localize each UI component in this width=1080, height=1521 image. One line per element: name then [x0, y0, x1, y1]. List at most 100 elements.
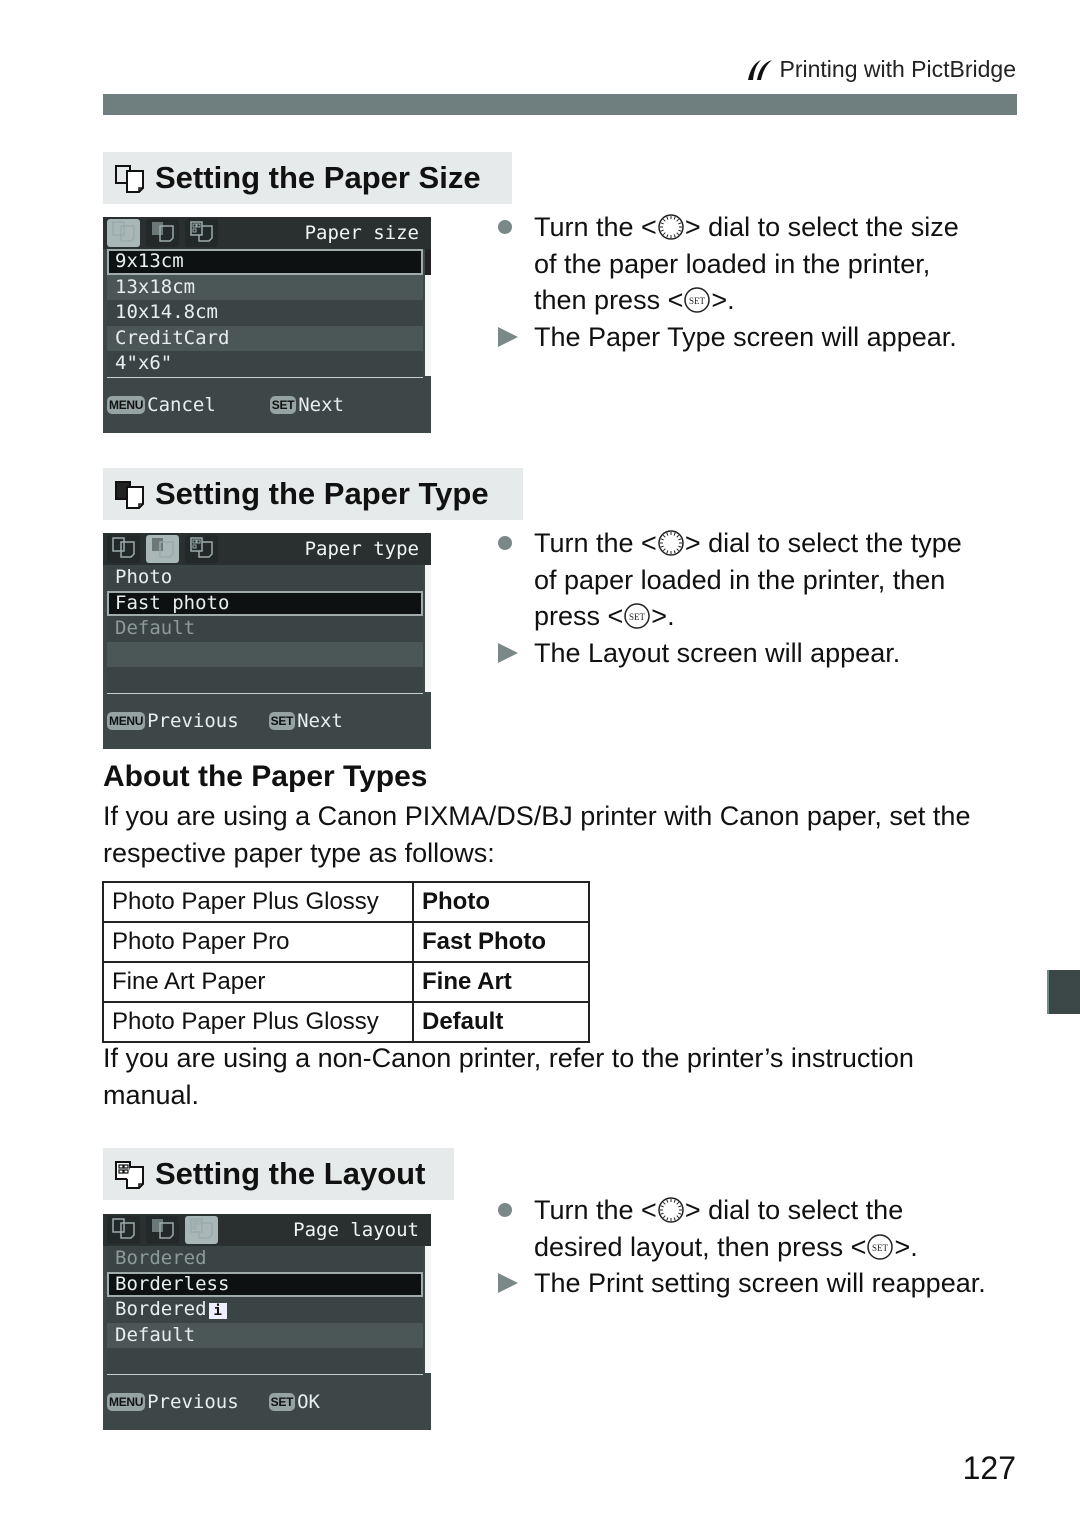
lcd-option[interactable]: Fast photo — [107, 590, 423, 616]
lcd-option[interactable]: CreditCard — [107, 325, 423, 351]
result-arrow-icon — [498, 319, 534, 355]
lcd-option[interactable]: Default — [107, 616, 423, 642]
lcd-option[interactable]: 13x18cm — [107, 274, 423, 300]
set-key-icon: SET — [268, 1392, 296, 1411]
instruction-line: The Layout screen will appear. — [498, 635, 1038, 672]
lcd-option[interactable]: Bordered i — [107, 1297, 423, 1323]
instruction-text: Turn the < > dial to select the size — [534, 212, 959, 242]
instruction-text: of the paper loaded in the printer, — [534, 248, 931, 279]
instruction-line: then press < SET >. — [498, 282, 1038, 319]
lcd-layout: Page layout Bordered Borderless Bordered i De… — [103, 1214, 431, 1430]
instruction-text: The Layout screen will appear. — [534, 637, 901, 668]
instruction-line: Turn the < > dial to select the size — [498, 209, 1038, 246]
instruction-text: The Print setting screen will reappear. — [534, 1268, 986, 1298]
paper-type-table: Photo Paper Plus Glossy Photo Photo Paper … — [102, 881, 590, 1043]
lcd-scrollbar[interactable] — [425, 565, 431, 692]
lcd-option[interactable]: Borderless — [107, 1271, 423, 1297]
paper-size-icon — [115, 165, 144, 193]
chapter-thumb-tab — [1047, 970, 1080, 1014]
section-heading-paper-type: Setting the Paper Type — [103, 468, 523, 520]
lcd-footer-left-label: Previous — [147, 1390, 239, 1413]
lcd-option[interactable] — [107, 667, 423, 693]
lcd-option-label: 13x18cm — [115, 275, 196, 298]
lcd-footer-right-label: Next — [297, 709, 343, 732]
main-dial-icon — [658, 530, 684, 556]
menu-key-icon: MENU — [107, 395, 146, 414]
lcd-option-label: Default — [115, 617, 196, 639]
lcd-option-label: Borderless — [115, 1272, 230, 1295]
lcd-tab[interactable] — [185, 1216, 218, 1244]
canon-paper-cell: Photo Paper Pro — [102, 921, 414, 963]
running-head: Printing with PictBridge — [746, 56, 1016, 83]
lcd-tab[interactable] — [107, 219, 140, 247]
lcd-tab[interactable] — [107, 535, 140, 563]
paper-type-cell: Default — [412, 1001, 590, 1043]
result-arrow-icon — [498, 1265, 534, 1301]
about-outro: If you are using a non-Canon printer, re… — [103, 1043, 914, 1110]
lcd-option-label: Fast photo — [115, 591, 230, 614]
table-row: Photo Paper Plus Glossy Photo — [102, 881, 590, 923]
instruction-line: Turn the < > dial to select the type — [498, 525, 1038, 562]
lcd-tab[interactable] — [185, 535, 218, 563]
instruction-line: press < SET >. — [498, 598, 1038, 635]
lcd-tab-bar: Page layout — [103, 1214, 431, 1246]
lcd-footer-right-label: Next — [298, 393, 344, 416]
lcd-scrollbar[interactable] — [425, 1246, 431, 1373]
instruction-line: The Paper Type screen will appear. — [498, 319, 1038, 356]
lcd-tab[interactable] — [146, 1216, 179, 1244]
lcd-option[interactable] — [107, 1348, 423, 1374]
table-row: Fine Art Paper Fine Art — [102, 961, 590, 1003]
info-icon: i — [208, 1303, 227, 1319]
main-dial-icon — [658, 214, 684, 240]
instruction-text: then press < SET >. — [534, 285, 735, 315]
paper-type-cell: Photo — [412, 881, 590, 923]
lcd-tab[interactable] — [107, 1216, 140, 1244]
lcd-option[interactable]: 4"x6" — [107, 351, 423, 377]
instructions-layout: Turn the < > dial to select the desired la… — [498, 1192, 1058, 1302]
lcd-tab[interactable] — [146, 535, 179, 563]
lcd-tab[interactable] — [146, 219, 179, 247]
lcd-option-list: 9x13cm 13x18cm 10x14.8cm CreditCard 4"x6" — [107, 249, 431, 378]
paper-type-tab-icon — [150, 220, 176, 246]
menu-key-icon: MENU — [107, 711, 146, 730]
instructions-paper-size: Turn the < > dial to select the size of th… — [498, 209, 1038, 355]
svg-text:SET: SET — [689, 296, 706, 306]
lcd-option-label: Default — [115, 1323, 196, 1346]
lcd-screen-title: Paper type — [304, 538, 419, 560]
canon-paper-cell: Photo Paper Plus Glossy — [102, 1001, 414, 1043]
lcd-option[interactable]: Default — [107, 1322, 423, 1348]
paper-type-icon — [115, 481, 144, 509]
set-button-icon: SET — [684, 287, 711, 313]
bullet-icon — [498, 525, 534, 561]
layout-tab-icon — [189, 536, 215, 562]
scrollbar-thumb[interactable] — [425, 249, 431, 275]
layout-tab-icon — [189, 1217, 215, 1243]
instruction-text: The Paper Type screen will appear. — [534, 321, 957, 352]
section-heading-paper-size: Setting the Paper Size — [103, 152, 512, 204]
lcd-screen-title: Paper size — [304, 222, 419, 244]
lcd-screen-title: Page layout — [293, 1219, 419, 1241]
instruction-line: Turn the < > dial to select the — [498, 1192, 1058, 1229]
lcd-tab-bar: Paper type — [103, 533, 431, 565]
lcd-option[interactable]: 10x14.8cm — [107, 300, 423, 326]
main-dial-icon — [658, 1197, 684, 1223]
instruction-text: Turn the < > dial to select the type — [534, 528, 962, 558]
instructions-paper-type: Turn the < > dial to select the type of pa… — [498, 525, 1038, 671]
lcd-option[interactable]: Bordered — [107, 1246, 423, 1272]
lcd-option[interactable]: Photo — [107, 565, 423, 591]
about-heading: About the Paper Types — [103, 760, 428, 793]
bullet-icon — [498, 1192, 534, 1228]
lcd-option[interactable]: 9x13cm — [107, 249, 423, 275]
pictbridge-icon — [747, 59, 772, 80]
svg-text:SET: SET — [629, 612, 646, 622]
table-row: Photo Paper Plus Glossy Default — [102, 1001, 590, 1043]
lcd-option-list: Bordered Borderless Bordered i Default — [107, 1246, 431, 1375]
lcd-tab[interactable] — [185, 219, 218, 247]
lcd-option-label: Bordered — [115, 1298, 207, 1320]
lcd-option[interactable] — [107, 641, 423, 667]
lcd-scrollbar[interactable] — [425, 249, 431, 376]
lcd-footer-right-label: OK — [297, 1390, 320, 1413]
